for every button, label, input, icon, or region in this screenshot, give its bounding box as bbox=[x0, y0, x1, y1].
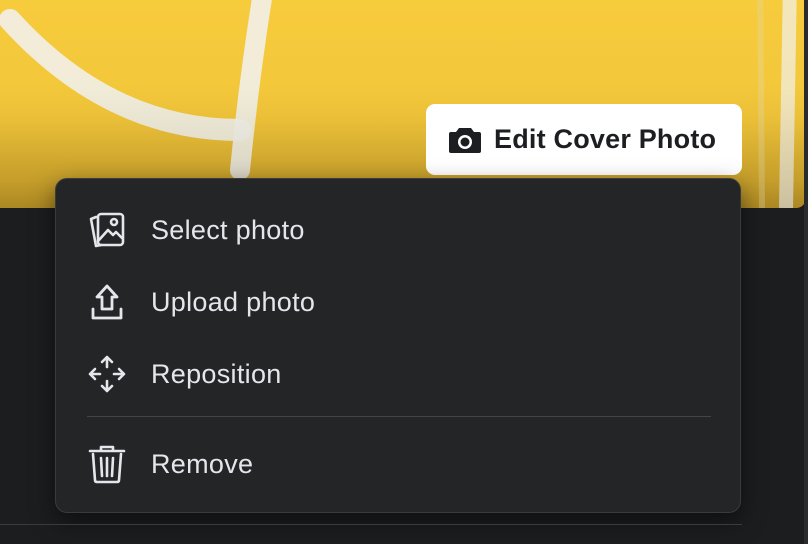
menu-divider bbox=[87, 416, 711, 417]
profile-cover-screen: Edit Cover Photo Select photo Upload pho… bbox=[0, 0, 808, 544]
menu-item-label: Reposition bbox=[151, 358, 282, 389]
section-divider bbox=[0, 524, 742, 525]
camera-icon bbox=[448, 126, 482, 154]
menu-item-label: Remove bbox=[151, 448, 254, 479]
menu-item-label: Select photo bbox=[151, 214, 305, 245]
photo-select-icon bbox=[86, 209, 128, 251]
menu-item-select-photo[interactable]: Select photo bbox=[56, 199, 740, 261]
page-edge bbox=[804, 0, 808, 544]
upload-icon bbox=[86, 281, 128, 323]
edit-cover-photo-button[interactable]: Edit Cover Photo bbox=[426, 104, 742, 175]
menu-item-reposition[interactable]: Reposition bbox=[56, 343, 740, 405]
edit-cover-photo-label: Edit Cover Photo bbox=[494, 124, 717, 154]
menu-item-label: Upload photo bbox=[151, 286, 316, 317]
cover-photo-menu: Select photo Upload photo Reposition Rem… bbox=[55, 178, 741, 513]
move-arrows-icon bbox=[86, 353, 128, 395]
menu-item-remove[interactable]: Remove bbox=[56, 433, 740, 495]
menu-item-upload-photo[interactable]: Upload photo bbox=[56, 271, 740, 333]
trash-icon bbox=[86, 443, 128, 485]
